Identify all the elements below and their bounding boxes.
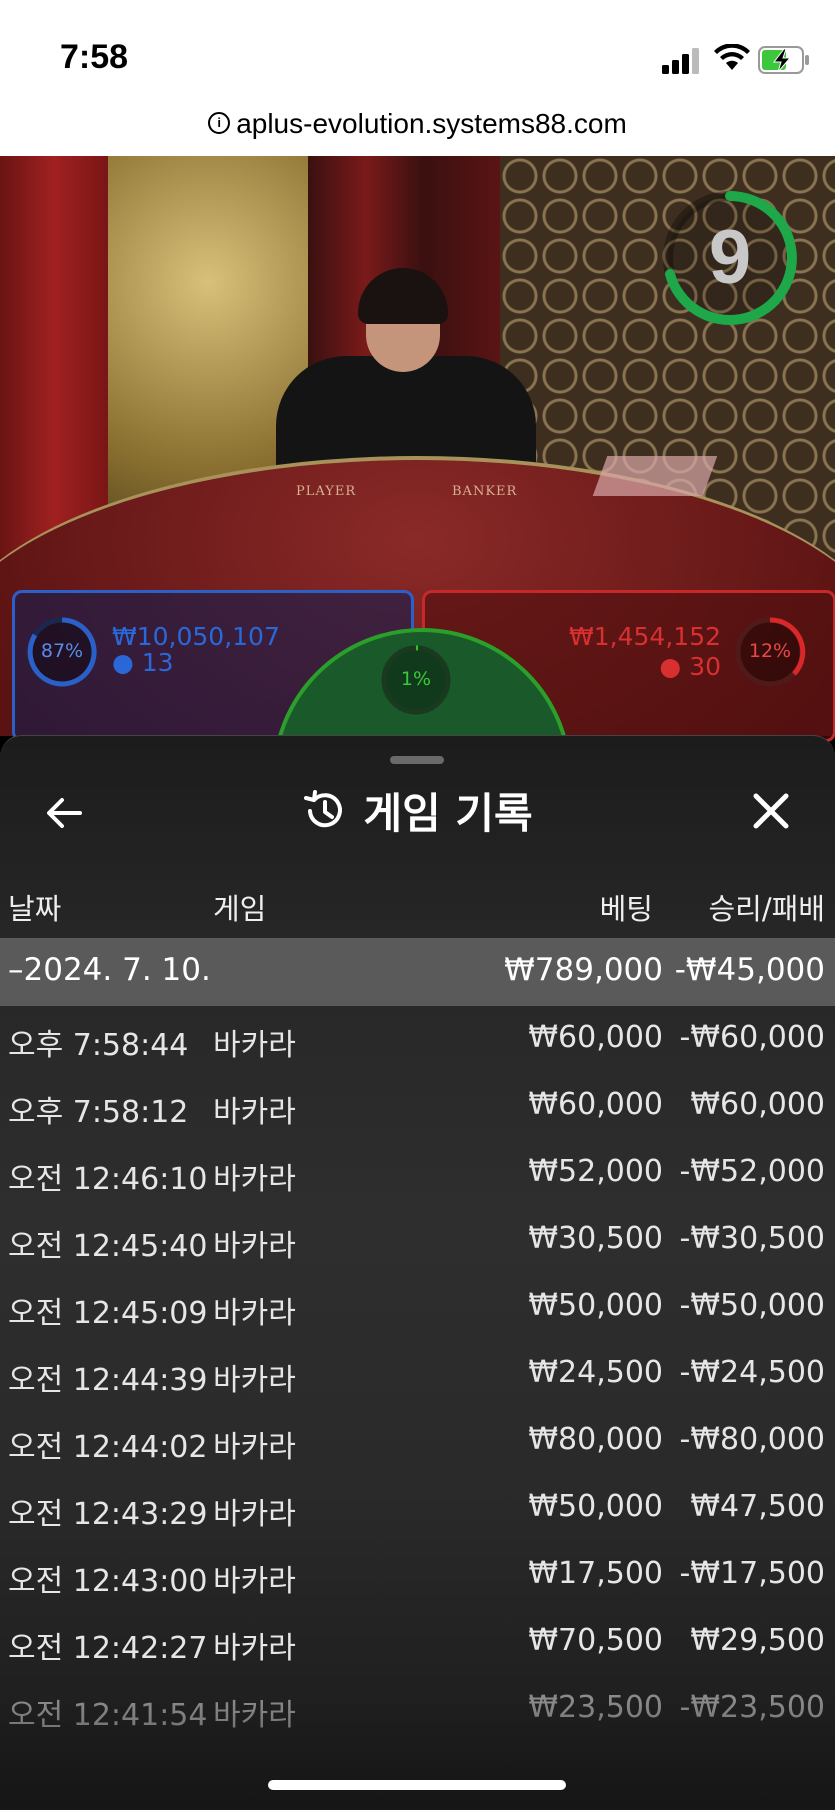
- bottom-fade: [0, 1700, 835, 1809]
- row-game: 바카라: [213, 1162, 296, 1197]
- row-result: ₩29,500: [690, 1623, 825, 1658]
- signal-icon: [662, 48, 699, 74]
- sheet-title: 게임 기록: [363, 789, 533, 838]
- row-time: 오전 12:43:00: [8, 1564, 208, 1599]
- row-game: 바카라: [213, 1430, 296, 1465]
- history-row[interactable]: 오전 12:43:00 바카라 ₩17,500 -₩17,500: [0, 1542, 835, 1609]
- player-amount: ₩10,050,107: [112, 622, 280, 651]
- row-time: 오후 7:58:12: [8, 1095, 189, 1130]
- row-time: 오전 12:44:02: [8, 1430, 208, 1465]
- card-shoe: [592, 456, 718, 496]
- table-label-banker: BANKER: [452, 484, 518, 499]
- row-time: 오전 12:46:10: [8, 1162, 208, 1197]
- tie-percent: 1%: [400, 668, 432, 690]
- history-list: 오후 7:58:44 바카라 ₩60,000 -₩60,000 오후 7:58:…: [0, 1006, 835, 1743]
- url-text: aplus-evolution.systems88.com: [236, 108, 627, 139]
- history-row[interactable]: 오전 12:45:09 바카라 ₩50,000 -₩50,000: [0, 1274, 835, 1341]
- close-icon[interactable]: [746, 786, 796, 836]
- row-bet: ₩60,000: [528, 1020, 663, 1055]
- home-indicator[interactable]: [268, 1780, 566, 1790]
- history-row[interactable]: 오전 12:45:40 바카라 ₩30,500 -₩30,500: [0, 1207, 835, 1274]
- status-time: 7:58: [60, 38, 129, 76]
- status-bar: 7:58: [0, 0, 835, 100]
- row-game: 바카라: [213, 1631, 296, 1666]
- row-game: 바카라: [213, 1564, 296, 1599]
- row-bet: ₩52,000: [528, 1154, 663, 1189]
- history-row[interactable]: 오전 12:43:29 바카라 ₩50,000 ₩47,500: [0, 1475, 835, 1542]
- column-header-result: 승리/패배: [708, 892, 826, 926]
- banker-amount: ₩1,454,152: [569, 622, 721, 651]
- column-header-bet: 베팅: [599, 892, 653, 926]
- table-label-player: PLAYER: [296, 484, 357, 499]
- person-icon: ●: [659, 652, 682, 681]
- row-result: -₩17,500: [679, 1556, 825, 1591]
- banker-percent: 12%: [748, 640, 792, 662]
- wifi-icon: [714, 44, 750, 70]
- row-time: 오전 12:44:39: [8, 1363, 208, 1398]
- row-result: ₩47,500: [690, 1489, 825, 1524]
- row-time: 오전 12:45:09: [8, 1296, 208, 1331]
- row-time: 오후 7:58:44: [8, 1028, 189, 1063]
- row-bet: ₩80,000: [528, 1422, 663, 1457]
- person-icon: ●: [112, 648, 134, 677]
- banker-count: 30: [689, 652, 721, 681]
- history-sheet: 게임 기록 날짜 게임 베팅 승리/패배 –2024. 7. 10. ₩789,…: [0, 735, 835, 1810]
- row-time: 오전 12:42:27: [8, 1631, 208, 1666]
- row-result: -₩52,000: [679, 1154, 825, 1189]
- date-group-result: -₩45,000: [674, 952, 825, 988]
- row-bet: ₩60,000: [528, 1087, 663, 1122]
- row-bet: ₩70,500: [528, 1623, 663, 1658]
- row-result: -₩60,000: [679, 1020, 825, 1055]
- row-bet: ₩50,000: [528, 1288, 663, 1323]
- row-bet: ₩30,500: [528, 1221, 663, 1256]
- row-bet: ₩17,500: [528, 1556, 663, 1591]
- player-percent: 87%: [40, 640, 84, 662]
- row-bet: ₩50,000: [528, 1489, 663, 1524]
- row-game: 바카라: [213, 1028, 296, 1063]
- row-result: -₩24,500: [679, 1355, 825, 1390]
- column-header-date: 날짜: [8, 892, 62, 926]
- history-row[interactable]: 오후 7:58:44 바카라 ₩60,000 -₩60,000: [0, 1006, 835, 1073]
- history-icon: [304, 789, 343, 827]
- row-game: 바카라: [213, 1229, 296, 1264]
- row-result: ₩60,000: [690, 1087, 825, 1122]
- row-result: -₩30,500: [679, 1221, 825, 1256]
- player-count: 13: [141, 648, 174, 677]
- address-bar[interactable]: i aplus-evolution.systems88.com: [0, 100, 835, 156]
- history-row[interactable]: 오전 12:44:02 바카라 ₩80,000 -₩80,000: [0, 1408, 835, 1475]
- sheet-grabber[interactable]: [390, 756, 444, 764]
- row-result: -₩80,000: [679, 1422, 825, 1457]
- history-row[interactable]: 오전 12:42:27 바카라 ₩70,500 ₩29,500: [0, 1609, 835, 1676]
- date-group-bet: ₩789,000: [504, 952, 663, 988]
- row-bet: ₩24,500: [528, 1355, 663, 1390]
- date-group-row[interactable]: –2024. 7. 10. ₩789,000 -₩45,000: [0, 938, 835, 1006]
- date-group-label: –2024. 7. 10.: [8, 952, 211, 988]
- history-row[interactable]: 오전 12:44:39 바카라 ₩24,500 -₩24,500: [0, 1341, 835, 1408]
- history-row[interactable]: 오후 7:58:12 바카라 ₩60,000 ₩60,000: [0, 1073, 835, 1140]
- row-game: 바카라: [213, 1296, 296, 1331]
- info-icon[interactable]: i: [208, 111, 231, 134]
- countdown-number: 9: [708, 215, 752, 300]
- history-row[interactable]: 오전 12:46:10 바카라 ₩52,000 -₩52,000: [0, 1140, 835, 1207]
- column-header-game: 게임: [213, 892, 267, 926]
- row-result: -₩50,000: [679, 1288, 825, 1323]
- row-game: 바카라: [213, 1497, 296, 1532]
- row-time: 오전 12:45:40: [8, 1229, 208, 1264]
- row-time: 오전 12:43:29: [8, 1497, 208, 1532]
- row-game: 바카라: [213, 1363, 296, 1398]
- row-game: 바카라: [213, 1095, 296, 1130]
- battery-charging-icon: [758, 46, 809, 74]
